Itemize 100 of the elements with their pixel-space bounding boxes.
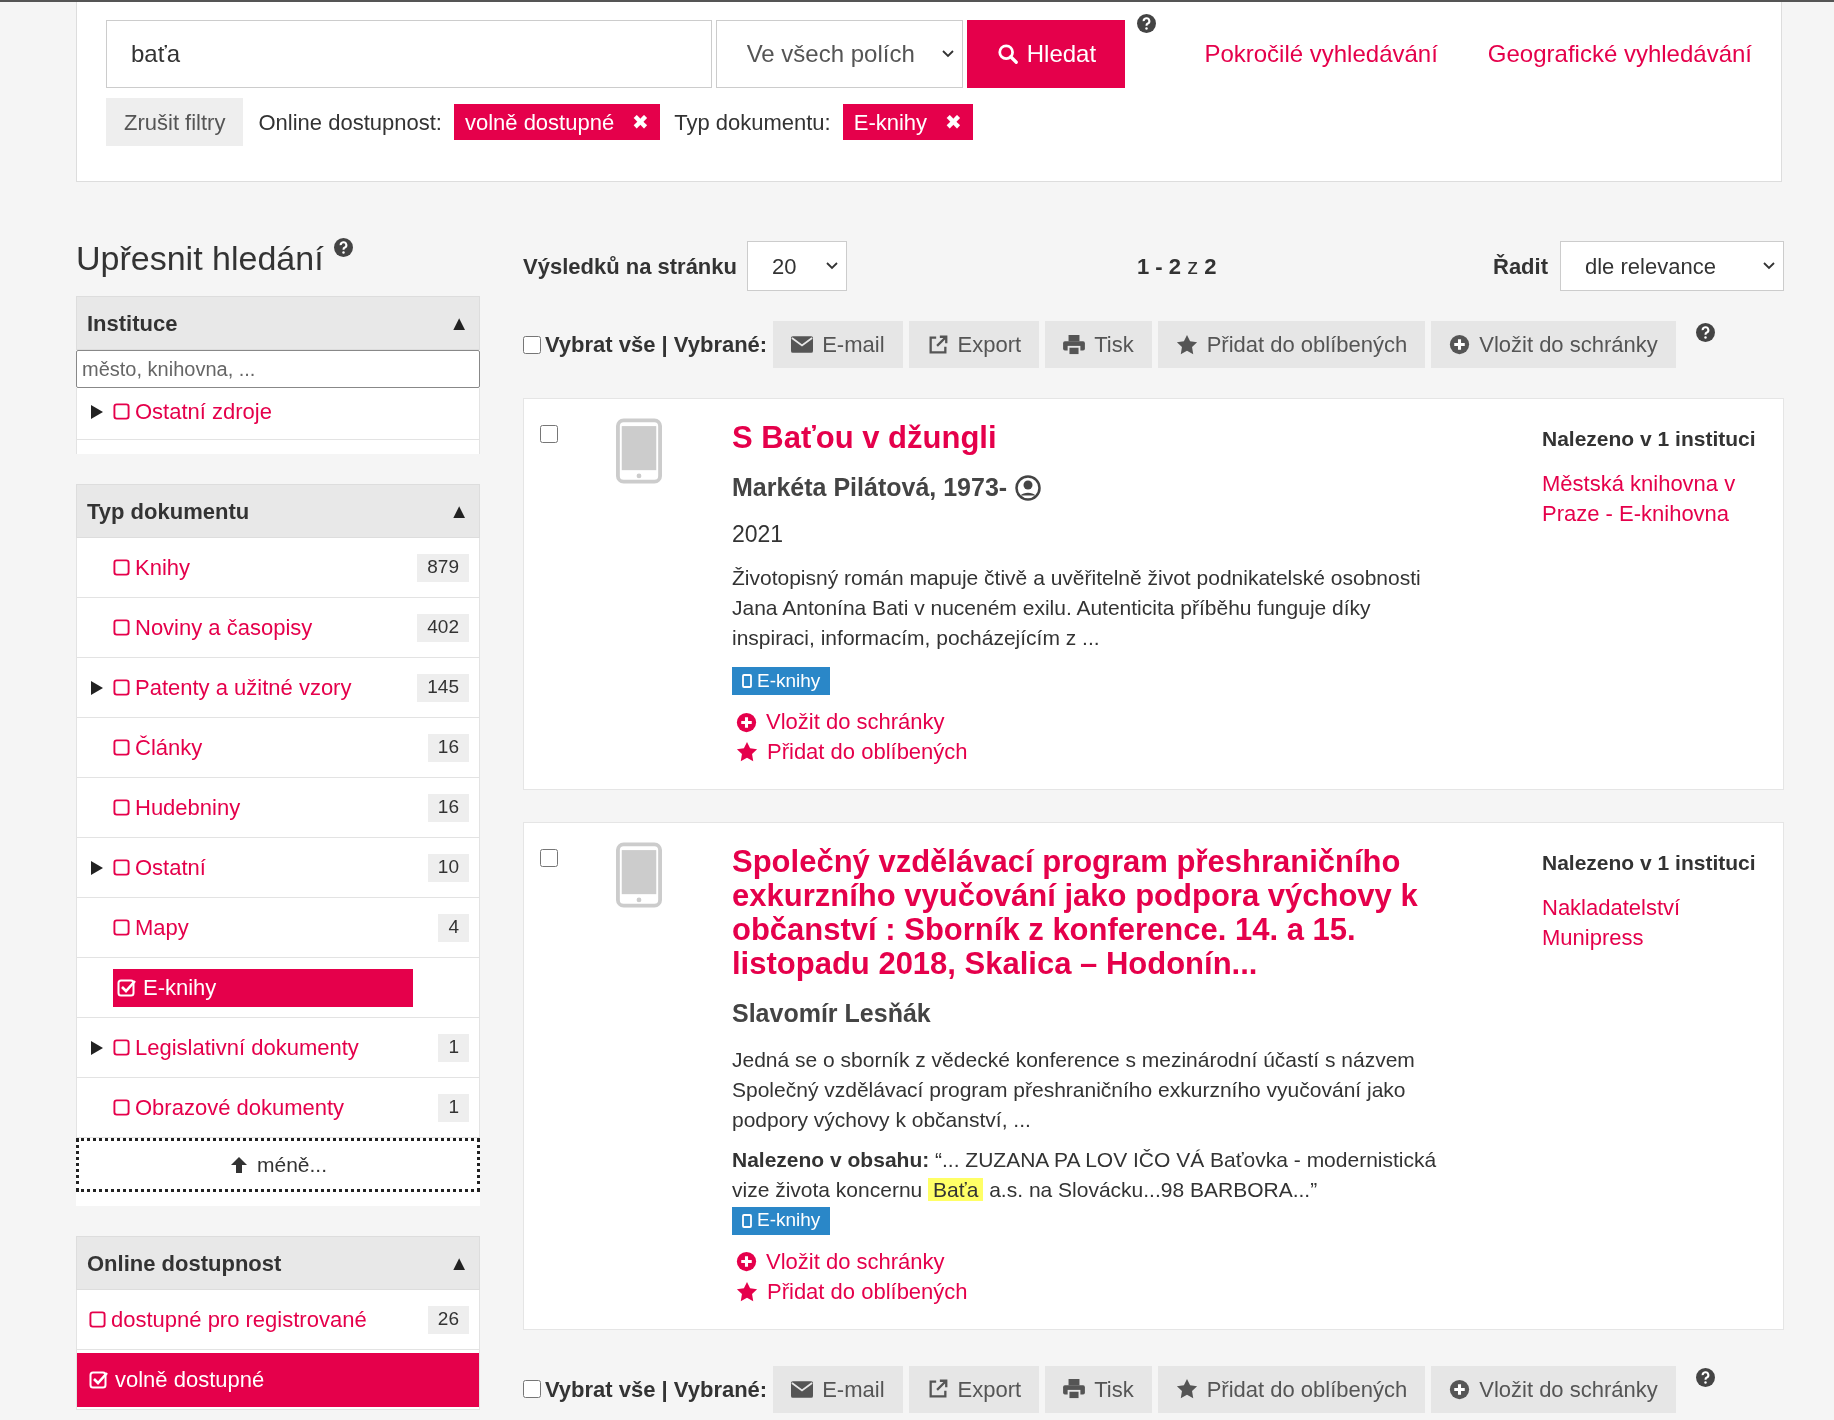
facet-option[interactable]: Patenty a užitné vzory — [113, 671, 352, 704]
star-icon — [736, 741, 758, 763]
format-badge: E-knihy — [732, 1206, 831, 1235]
facet-option[interactable]: volně dostupné — [77, 1352, 479, 1407]
search-button[interactable]: Hledat — [967, 20, 1126, 88]
remove-icon[interactable]: ✖ — [945, 107, 963, 137]
checkbox-icon — [113, 559, 130, 576]
expand-icon — [91, 680, 103, 695]
checkbox-icon — [113, 1039, 130, 1056]
toolbar-button[interactable]: Vložit do schránky — [1431, 1365, 1676, 1413]
search-field[interactable]: baťa — [106, 20, 712, 88]
toolbar-button[interactable]: Přidat do oblíbených — [1157, 1365, 1426, 1413]
facet-option[interactable]: Noviny a časopisy — [113, 611, 313, 644]
sort-select[interactable]: dle relevance — [1560, 241, 1784, 291]
panel-header[interactable]: Typ dokumentu ▲ — [76, 484, 480, 538]
collapse-icon[interactable]: ▲ — [449, 308, 469, 338]
facet-option[interactable]: Ostatní zdroje — [113, 395, 272, 428]
toolbar-button[interactable]: Přidat do oblíbených — [1157, 321, 1426, 368]
link[interactable]: Geografické vyhledávání — [1487, 36, 1752, 72]
facet-option[interactable]: Články — [113, 731, 203, 764]
select-all-checkbox[interactable] — [523, 335, 541, 354]
result-title[interactable]: S Baťou v džungli — [732, 421, 1472, 455]
action-link[interactable]: Přidat do oblíbených — [736, 1276, 968, 1307]
facet-option[interactable]: Legislativní dokumenty — [113, 1031, 359, 1064]
remove-icon[interactable]: ✖ — [632, 107, 650, 137]
checkbox-icon — [113, 619, 130, 636]
facet-option[interactable]: E-knihy — [113, 968, 413, 1007]
person-icon — [1015, 474, 1042, 501]
tablet-icon — [616, 841, 662, 909]
help-icon[interactable] — [1695, 1367, 1715, 1387]
expand-icon — [91, 1040, 103, 1055]
toolbar-button[interactable]: E-mail — [773, 321, 903, 368]
count-badge: 16 — [427, 733, 469, 762]
phone-icon — [742, 674, 752, 688]
help-icon[interactable] — [1137, 14, 1157, 33]
facet-option[interactable]: Ostatní — [113, 851, 206, 884]
help-icon[interactable] — [1695, 323, 1715, 342]
count-badge: 145 — [417, 673, 469, 702]
action-link[interactable]: Vložit do schránky — [736, 707, 945, 737]
clear-filters-button[interactable]: Zrušit filtry — [106, 98, 244, 146]
count-badge: 16 — [427, 793, 469, 822]
filter-field[interactable]: město, knihovna, ... — [76, 350, 480, 388]
result-checkbox[interactable] — [540, 425, 558, 443]
format-badge: E-knihy — [732, 667, 831, 695]
found-in-label: Nalezeno v 1 instituci — [1542, 850, 1757, 876]
checkbox-icon — [113, 799, 130, 816]
sort-label: Řadit — [1493, 252, 1548, 281]
link[interactable]: Pokročilé vyhledávání — [1204, 36, 1438, 72]
filter-label: Online dostupnost: — [258, 108, 442, 137]
panel-header[interactable]: Instituce ▲ — [76, 296, 480, 350]
per-page-label: Výsledků na stránku — [523, 252, 737, 281]
facet-option[interactable]: Mapy — [113, 911, 189, 944]
result-range: 1 - 2 z 2 — [1137, 252, 1217, 281]
checkbox-icon — [113, 739, 130, 756]
expand-icon — [91, 860, 103, 875]
facet-option[interactable]: dostupné pro registrované — [89, 1303, 367, 1336]
count-badge: 4 — [438, 913, 469, 942]
institution-link[interactable]: Městská knihovna v Praze - E-knihovna — [1542, 468, 1772, 529]
star-icon — [1175, 1378, 1198, 1400]
toolbar-button[interactable]: Export — [908, 1365, 1040, 1413]
select-all-label: Vybrat vše | Vybrané: — [545, 331, 768, 359]
author-name[interactable]: Markéta Pilátová, 1973- — [732, 469, 1008, 507]
toolbar-button[interactable]: Export — [908, 321, 1040, 368]
count-badge: 879 — [417, 553, 469, 582]
count-badge: 1 — [438, 1033, 469, 1062]
printer-icon — [1063, 1379, 1086, 1399]
checkbox-icon — [117, 978, 137, 997]
select-all-checkbox[interactable] — [523, 1380, 541, 1398]
toolbar-button[interactable]: Tisk — [1045, 321, 1152, 368]
author-name[interactable]: Slavomír Lesňák — [732, 995, 931, 1033]
per-page-select[interactable]: 20 — [747, 241, 847, 291]
sidebar-title: Upřesnit hledání — [76, 238, 324, 278]
phone-icon — [742, 1213, 752, 1228]
checkbox-icon — [113, 919, 130, 936]
result-title[interactable]: Společný vzdělávací program přeshraničního exkurzního vyučování jako podpora výchovy k občanství : Sborník z konference. 14. a 15. listopadu 2018, Skalica – Hodonín... — [732, 845, 1472, 981]
collapse-icon[interactable]: ▲ — [449, 496, 469, 526]
filter-chip[interactable]: volně dostupné ✖ — [453, 104, 661, 140]
toolbar-button[interactable]: Tisk — [1045, 1365, 1152, 1413]
field-select[interactable]: Ve všech polích — [715, 20, 964, 88]
filter-chip[interactable]: E-knihy ✖ — [842, 104, 974, 140]
collapse-icon[interactable]: ▲ — [449, 1248, 469, 1278]
plus-circle-icon — [736, 711, 757, 733]
result-checkbox[interactable] — [540, 849, 558, 867]
envelope-icon — [791, 1380, 814, 1398]
facet-option[interactable]: Knihy — [113, 551, 191, 584]
action-link[interactable]: Přidat do oblíbených — [736, 737, 968, 767]
facet-option[interactable]: Obrazové dokumenty — [113, 1091, 345, 1124]
count-badge: 402 — [417, 613, 469, 642]
panel-header[interactable]: Online dostupnost ▲ — [76, 1236, 480, 1290]
action-link[interactable]: Vložit do schránky — [736, 1246, 945, 1277]
caret-icon — [826, 262, 838, 270]
found-in-label: Nalezeno v 1 instituci — [1542, 426, 1757, 452]
toolbar-button[interactable]: Vložit do schránky — [1431, 321, 1676, 368]
envelope-icon — [791, 336, 814, 353]
facet-option[interactable]: Hudebniny — [113, 791, 241, 824]
checkbox-icon — [113, 679, 130, 696]
plus-circle-icon — [1449, 334, 1471, 355]
toolbar-button[interactable]: E-mail — [773, 1365, 903, 1413]
show-less-button[interactable]: méně... — [76, 1138, 480, 1192]
institution-link[interactable]: Nakladatelství Munipress — [1542, 892, 1772, 953]
